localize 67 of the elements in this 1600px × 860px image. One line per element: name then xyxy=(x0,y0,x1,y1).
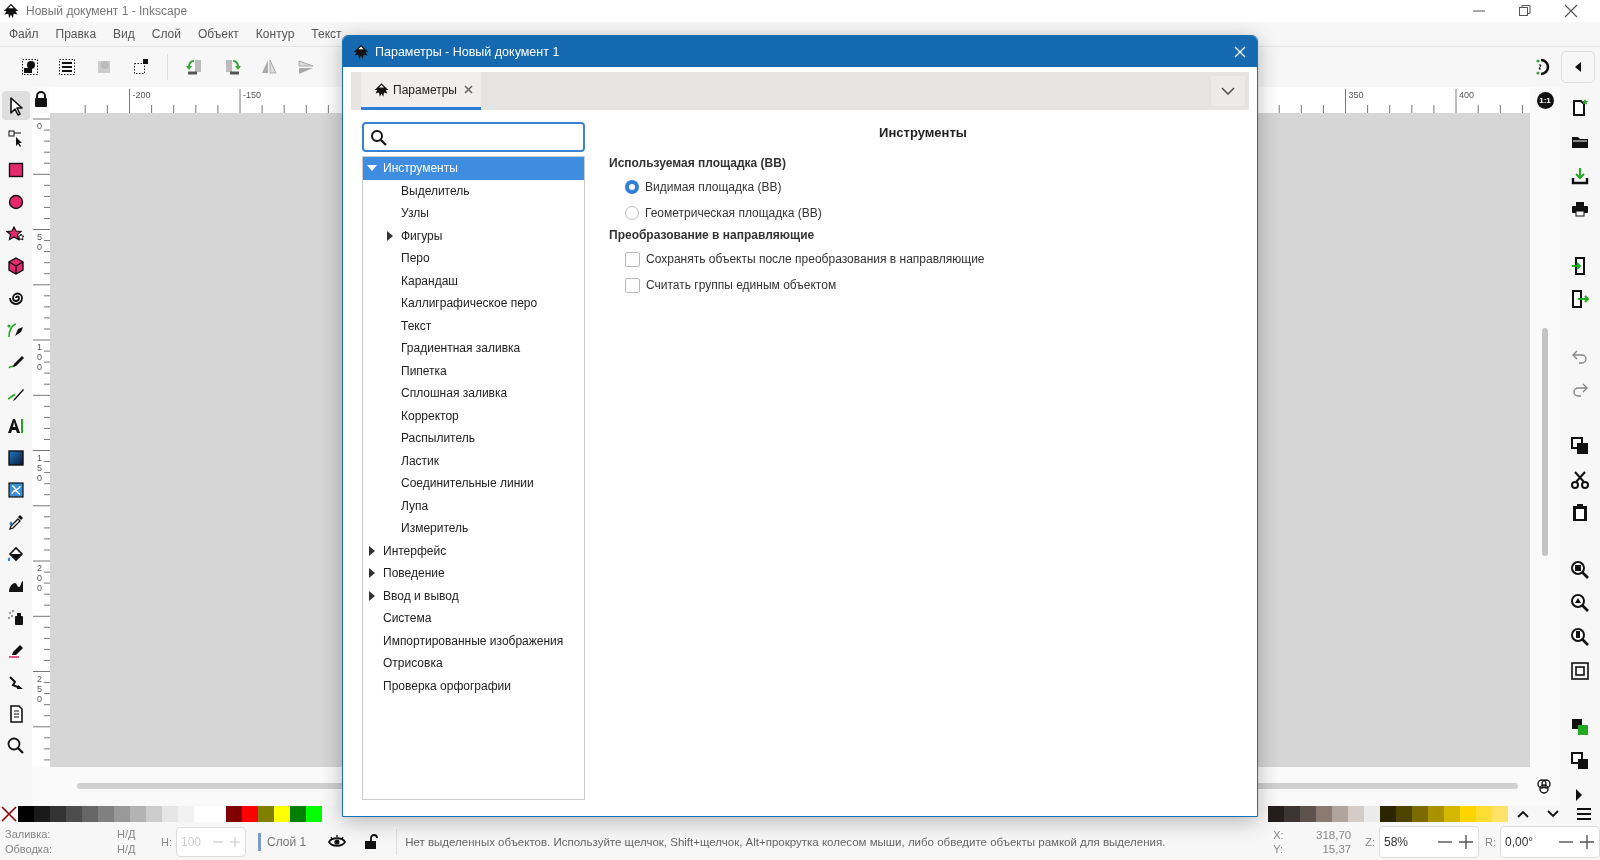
tree-item[interactable]: Проверка орфографии xyxy=(363,674,584,697)
menu-item[interactable]: Файл xyxy=(9,26,39,41)
tree-item[interactable]: Система xyxy=(363,607,584,630)
tree-item[interactable]: Перо xyxy=(363,247,584,270)
layer-selector[interactable]: Слой 1 xyxy=(267,834,307,849)
ruler-label: 250 xyxy=(37,673,42,704)
menu-item[interactable]: Контур xyxy=(255,26,295,41)
rotation-label: R: xyxy=(1485,835,1496,848)
tree-item[interactable]: Импортированные изображения xyxy=(363,629,584,652)
menu-item[interactable]: Текст xyxy=(311,26,342,41)
ruler-label: 200 xyxy=(37,563,42,594)
dialog-tab[interactable]: Параметры xyxy=(361,72,481,110)
tree-item[interactable]: Интерфейс xyxy=(363,539,584,562)
option-label: Видимая площадка (BB) xyxy=(645,180,782,194)
menu-item[interactable]: Объект xyxy=(197,26,239,41)
menu-item[interactable]: Правка xyxy=(55,26,97,41)
ruler-label: 400 xyxy=(1459,90,1475,101)
tree-item[interactable]: Отрисовка xyxy=(363,652,584,675)
section-heading: Используемая площадка (BB) xyxy=(609,156,787,170)
window-title: Новый документ 1 - Inkscape xyxy=(26,3,188,18)
ruler-label: 100 xyxy=(37,342,42,373)
stroke-value: Н/Д xyxy=(117,843,137,856)
tree-item[interactable]: Узлы xyxy=(363,202,584,225)
option-label: Считать группы единым объектом xyxy=(646,278,837,292)
page-heading: Инструменты xyxy=(878,125,968,140)
option-label: Геометрическая площадка (BB) xyxy=(645,206,822,220)
zoom-field[interactable]: 58% xyxy=(1379,825,1479,858)
option-label: Сохранять объекты после преобразования в направляющие xyxy=(646,252,985,266)
menu-item[interactable]: Слой xyxy=(151,26,181,41)
fill-label: Заливка: xyxy=(5,828,52,841)
section-heading: Преобразование в направляющие xyxy=(609,228,816,242)
tree-item[interactable]: Сплошная заливка xyxy=(363,382,584,405)
tree-item[interactable]: Ввод и вывод xyxy=(363,584,584,607)
tree-item[interactable]: Пипетка xyxy=(363,359,584,382)
tree-item[interactable]: Текст xyxy=(363,314,584,337)
zoom-label: Z: xyxy=(1365,835,1375,848)
tree-item[interactable]: Градиентная заливка xyxy=(363,337,584,360)
tree-item[interactable]: Каллиграфическое перо xyxy=(363,292,584,315)
dialog-title: Параметры - Новый документ 1 xyxy=(375,44,560,59)
ruler-label: -200 xyxy=(132,90,151,101)
fill-value: Н/Д xyxy=(117,828,137,841)
ruler-label: 50 xyxy=(37,231,42,252)
tree-item[interactable]: Поведение xyxy=(363,562,584,585)
tab-label: Параметры xyxy=(393,82,457,97)
menu-item[interactable]: Вид xyxy=(113,26,135,41)
tree-item[interactable]: Карандаш xyxy=(363,269,584,292)
tree-item[interactable]: Выделитель xyxy=(363,179,584,202)
tree-item[interactable]: Фигуры xyxy=(363,224,584,247)
stroke-label: Обводка: xyxy=(5,843,54,856)
opacity-label: Н: xyxy=(161,835,172,848)
y-label: Y: xyxy=(1273,842,1284,855)
tree-item[interactable]: Ластик xyxy=(363,449,584,472)
rotation-field[interactable]: 0,00° xyxy=(1500,825,1600,858)
y-coordinate: 15,37 xyxy=(1321,842,1352,855)
tree-item[interactable]: Лупа xyxy=(363,494,584,517)
tree-item[interactable]: Измеритель xyxy=(363,517,584,540)
ruler-label: 350 xyxy=(1348,90,1364,101)
x-label: X: xyxy=(1273,828,1285,841)
ruler-label: 150 xyxy=(37,452,42,483)
ruler-label: 0 xyxy=(37,121,42,132)
status-message: Нет выделенных объектов. Используйте щелчок, Shift+щелчок, Alt+прокрутка колесом мыши, либо обведите объекты рамкой для выделения. xyxy=(405,835,1166,848)
zoom-one-to-one-button[interactable]: 1:1 xyxy=(1536,91,1554,109)
ruler-label: -150 xyxy=(243,90,261,101)
tree-item[interactable]: Корректор xyxy=(363,404,584,427)
tree-item[interactable]: Соединительные линии xyxy=(363,472,584,495)
x-coordinate: 318,70 xyxy=(1315,828,1352,841)
tree-item[interactable]: Распылитель xyxy=(363,427,584,450)
